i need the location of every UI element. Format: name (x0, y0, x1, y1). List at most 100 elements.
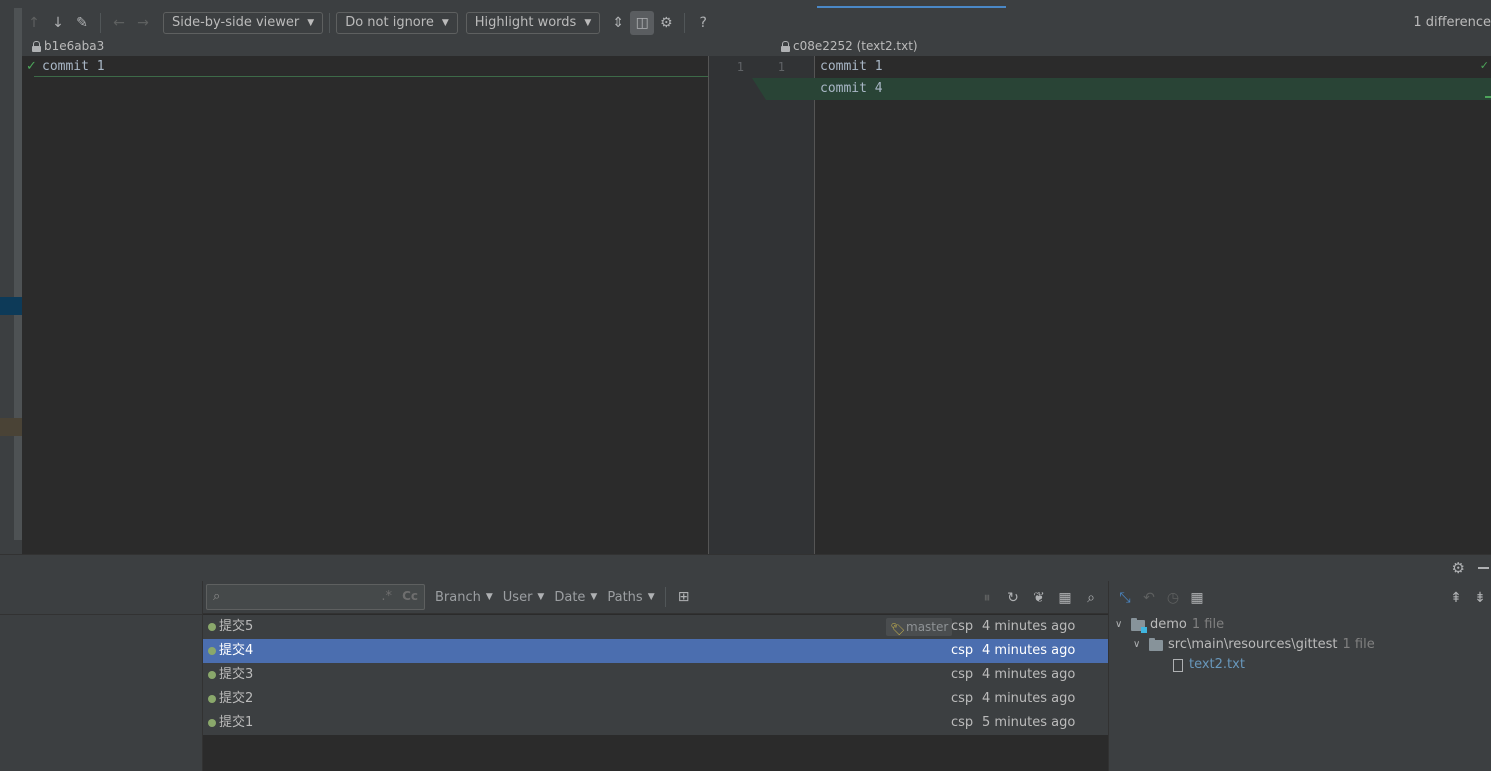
date-filter-label: Date (554, 589, 586, 605)
branch-filter[interactable]: Branch ▼ (435, 590, 493, 605)
divider (0, 614, 203, 615)
stripe-marker (0, 418, 22, 436)
toolbar-separator (329, 12, 331, 33)
module-folder-icon (1131, 617, 1147, 633)
commit-author: csp (951, 715, 974, 730)
edit-source-icon[interactable]: ✎ (70, 11, 94, 35)
branch-label[interactable]: 🏷 master (886, 618, 953, 636)
viewer-mode-label: Side-by-side viewer (172, 15, 300, 30)
changed-files-pane: ⤡ ↶ ◷ ▦ ⇞ ⇟ ∨ demo 1 file ∨ src\main\res… (1108, 581, 1491, 771)
expand-all-icon[interactable]: ⇞ (1444, 586, 1468, 610)
search-icon[interactable]: ⌕ (1078, 586, 1104, 610)
help-icon[interactable]: ? (691, 11, 715, 35)
tree-file-node[interactable]: text2.txt (1173, 655, 1245, 675)
chevron-down-icon[interactable]: ∨ (1115, 615, 1131, 635)
commit-date: 4 minutes ago (982, 643, 1076, 658)
chevron-down-icon: ▼ (441, 17, 449, 28)
left-revision-header: b1e6aba3 (32, 39, 104, 53)
pause-icon[interactable]: ⏸ (974, 586, 1000, 610)
settings-gear-icon[interactable]: ⚙ (654, 11, 678, 35)
left-diff-editor[interactable]: ✓ commit 1 (22, 56, 708, 554)
paths-filter-label: Paths (607, 589, 643, 605)
editor-left-stripe (0, 8, 22, 554)
commit-message: 提交2 (219, 691, 254, 706)
commit-author: csp (951, 619, 974, 634)
commit-node (208, 671, 216, 679)
commit-node (208, 695, 216, 703)
vertical-scrollbar[interactable] (14, 8, 22, 540)
user-filter[interactable]: User ▼ (503, 590, 545, 605)
commit-row[interactable]: 提交2 csp 4 minutes ago (203, 687, 1108, 711)
folder-file-count: 1 file (1342, 637, 1375, 652)
right-diff-editor[interactable]: commit 1 commit 4 ✓ (815, 56, 1491, 554)
added-line-highlight (815, 78, 1491, 100)
folder-path: src\main\resources\gittest (1168, 637, 1338, 652)
branches-pane[interactable] (0, 581, 203, 771)
commit-message: 提交4 (219, 643, 254, 658)
right-revision-header: c08e2252 (text2.txt) (781, 39, 918, 53)
commit-message: 提交1 (219, 715, 254, 730)
revert-icon[interactable]: ↶ (1137, 586, 1161, 610)
commit-row[interactable]: 提交1 csp 5 minutes ago (203, 711, 1108, 735)
tree-root-node[interactable]: ∨ demo 1 file (1115, 615, 1224, 635)
lock-icon (781, 40, 790, 52)
collapse-unchanged-icon[interactable]: ⇕ (606, 11, 630, 35)
lock-icon (32, 40, 41, 52)
date-filter[interactable]: Date ▼ (554, 590, 597, 605)
commit-row-selected[interactable]: 提交4 csp 4 minutes ago (203, 639, 1108, 663)
show-diff-icon[interactable]: ⤡ (1113, 586, 1137, 610)
next-difference-icon[interactable]: ↓ (46, 11, 70, 35)
highlight-mode-dropdown[interactable]: Highlight words ▼ (465, 11, 601, 34)
right-revision-label: c08e2252 (text2.txt) (793, 39, 918, 53)
commit-node (208, 647, 216, 655)
branch-filter-label: Branch (435, 589, 481, 605)
commit-row[interactable]: 提交5 🏷 master csp 4 minutes ago (203, 615, 1108, 639)
tree-actions: ⇞ ⇟ (1444, 586, 1491, 610)
commit-date: 4 minutes ago (982, 691, 1076, 706)
ignore-whitespace-dropdown[interactable]: Do not ignore ▼ (336, 11, 458, 34)
chevron-down-icon[interactable]: ∨ (1133, 635, 1149, 655)
commit-row[interactable]: 提交3 csp 4 minutes ago (203, 663, 1108, 687)
editor-tab-strip[interactable] (0, 0, 1491, 8)
new-tab-icon[interactable]: ⊞ (672, 585, 696, 609)
cherry-pick-icon[interactable]: ❦ (1026, 586, 1052, 610)
commit-message: 提交5 (219, 619, 254, 634)
view-options-icon[interactable]: ▦ (1052, 586, 1078, 610)
log-empty-area (203, 735, 1108, 771)
match-case-toggle[interactable]: Cc (402, 589, 418, 603)
previous-difference-icon[interactable]: ↑ (22, 11, 46, 35)
git-tool-window-header: ⚙ (0, 554, 1491, 581)
history-icon[interactable]: ◷ (1161, 586, 1185, 610)
search-icon: ⌕ (213, 589, 221, 604)
highlight-mode-label: Highlight words (474, 15, 577, 30)
code-line-added: commit 4 (820, 81, 883, 96)
commit-date: 4 minutes ago (982, 667, 1076, 682)
paths-filter[interactable]: Paths ▼ (607, 590, 654, 605)
left-line-number: 1 (736, 60, 744, 74)
inspection-ok-icon: ✓ (26, 59, 37, 74)
synchronize-scrolling-icon[interactable]: ◫ (630, 10, 655, 35)
settings-gear-icon[interactable]: ⚙ (1452, 559, 1465, 577)
regex-toggle[interactable]: .* (381, 589, 392, 604)
group-by-icon[interactable]: ▦ (1185, 586, 1209, 610)
commit-message: 提交3 (219, 667, 254, 682)
left-revision-label: b1e6aba3 (44, 39, 105, 53)
commit-list[interactable]: 提交5 🏷 master csp 4 minutes ago 提交4 csp 4… (203, 615, 1108, 735)
collapse-all-icon[interactable]: ⇟ (1468, 586, 1491, 610)
commit-author: csp (951, 643, 974, 658)
root-name: demo (1150, 617, 1187, 632)
log-search-input[interactable]: ⌕ .* Cc (206, 584, 425, 610)
chevron-down-icon: ▼ (647, 592, 655, 602)
diff-toolbar: ↑ ↓ ✎ ← → Side-by-side viewer ▼ Do not i… (22, 8, 1491, 37)
minimize-icon[interactable] (1478, 567, 1489, 569)
added-change-marker (1485, 96, 1491, 98)
refresh-icon[interactable]: ↻ (1000, 586, 1026, 610)
viewer-mode-dropdown[interactable]: Side-by-side viewer ▼ (163, 11, 324, 34)
tree-folder-node[interactable]: ∨ src\main\resources\gittest 1 file (1133, 635, 1375, 655)
forward-arrow-icon[interactable]: → (131, 11, 155, 35)
file-name: text2.txt (1189, 657, 1245, 672)
inspection-ok-icon: ✓ (1479, 59, 1489, 72)
toolbar-separator (100, 12, 101, 33)
commit-node (208, 623, 216, 631)
back-arrow-icon[interactable]: ← (107, 11, 131, 35)
